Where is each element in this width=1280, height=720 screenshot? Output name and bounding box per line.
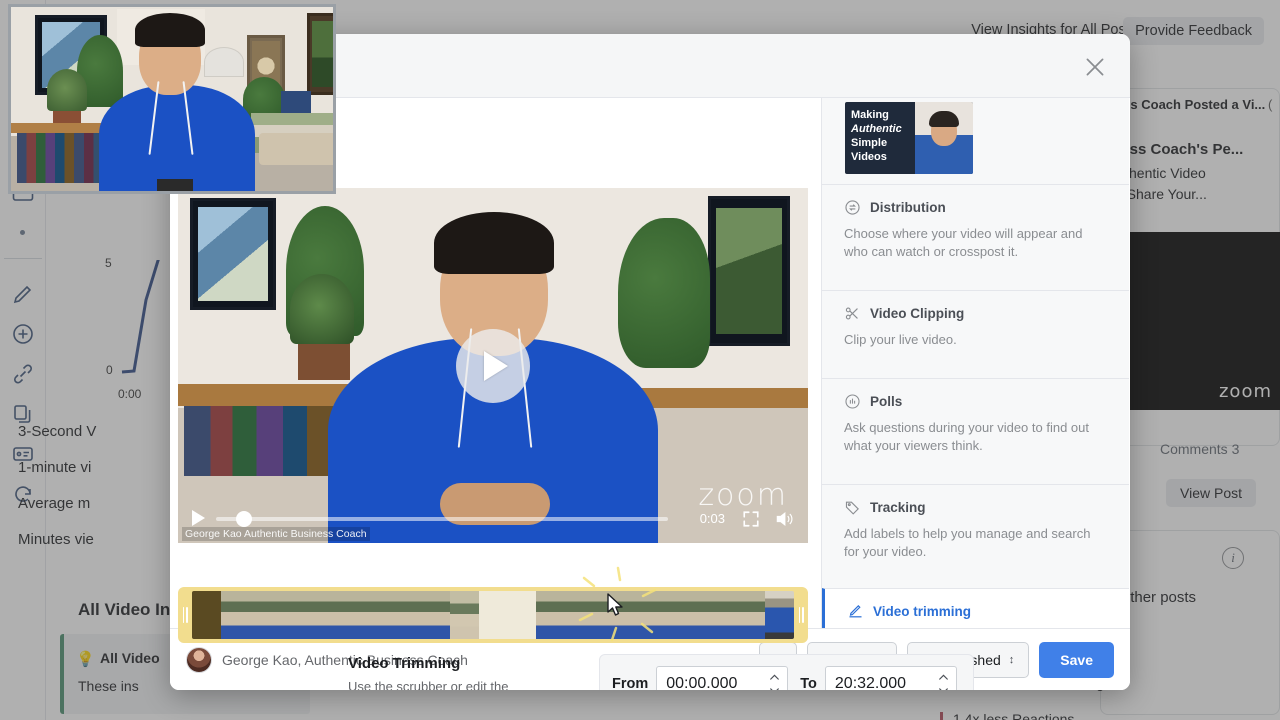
to-label: To [800, 676, 817, 690]
filmstrip-frame [564, 591, 594, 639]
trim-section-description: Use the scrubber or edit the timestamps … [348, 679, 509, 690]
filmstrip-frame [249, 591, 279, 639]
side-section-video-trimming[interactable]: Video trimming Trim your live video. [822, 588, 1129, 628]
progress-knob[interactable] [236, 511, 252, 527]
section-description: Ask questions during your video to find … [844, 420, 1089, 453]
trim-timestamp-panel: From To [599, 654, 974, 690]
thumbnail-text: Making Authentic Simple Videos [845, 102, 915, 174]
spinner-arrows-icon[interactable] [937, 671, 950, 690]
trim-from-stepper[interactable] [656, 666, 789, 690]
filmstrip-frame [364, 591, 393, 639]
webcam-frame [11, 7, 333, 191]
video-caption: George Kao Authentic Business Coach [182, 527, 370, 541]
chevron-updown-icon: ↕ [1008, 653, 1015, 666]
filmstrip-frame [421, 591, 451, 639]
scissors-icon [844, 305, 861, 322]
section-title: Polls [870, 394, 903, 409]
section-title: Video trimming [873, 604, 972, 619]
section-description: Choose where your video will appear and … [844, 226, 1083, 259]
trim-to-input[interactable] [825, 675, 930, 690]
filmstrip-frame [335, 591, 365, 639]
filmstrip-frame [450, 591, 479, 639]
filmstrip-frame [593, 591, 623, 639]
filmstrip-frame [708, 591, 737, 639]
player-controls: 0:03 George Kao Authentic Business Coach [178, 497, 808, 543]
trim-handle-right[interactable] [794, 587, 808, 643]
volume-icon[interactable] [774, 509, 794, 529]
filmstrip-frame [622, 591, 651, 639]
trim-to-stepper[interactable] [824, 666, 957, 690]
play-icon [484, 350, 508, 381]
current-time-label: 0:03 [699, 511, 725, 526]
section-title: Distribution [870, 200, 946, 215]
polls-icon [844, 393, 861, 410]
save-button[interactable]: Save [1039, 641, 1114, 678]
tag-icon [844, 499, 861, 516]
filmstrip-frame [392, 591, 422, 639]
section-description: Clip your live video. [844, 332, 957, 347]
filmstrip-frame [192, 591, 221, 639]
filmstrip-frames [192, 591, 794, 639]
video-trimming-section: Video Trimming Use the scrubber or edit … [170, 654, 974, 690]
modal-side-panel: Making Authentic Simple Videos Distribut… [822, 98, 1129, 628]
side-section-tracking[interactable]: Tracking Add labels to help you manage a… [822, 484, 1129, 588]
thumbnail-line3: Simple [851, 137, 888, 149]
side-section-distribution[interactable]: Distribution Choose where your video wil… [822, 184, 1129, 290]
video-thumbnail-preview: Making Authentic Simple Videos [845, 102, 973, 174]
thumbnail-line2: Authentic [851, 123, 902, 135]
trim-scrubber[interactable] [178, 587, 808, 643]
trim-handle-left[interactable] [178, 587, 192, 643]
filmstrip-frame [478, 591, 508, 639]
distribution-icon [844, 199, 861, 216]
from-label: From [612, 676, 649, 690]
trim-pen-icon [847, 603, 864, 620]
progress-scrubber[interactable] [216, 517, 668, 521]
side-section-polls[interactable]: Polls Ask questions during your video to… [822, 378, 1129, 484]
filmstrip-frame [736, 591, 766, 639]
section-title: Video Clipping [870, 306, 965, 321]
filmstrip-frame [306, 591, 336, 639]
filmstrip-frame [650, 591, 680, 639]
filmstrip-frame [765, 591, 794, 639]
filmstrip-frame [220, 591, 250, 639]
thumbnail-line4: Videos [851, 151, 887, 163]
thumbnail-image [915, 102, 973, 174]
thumbnail-line1: Making [851, 109, 889, 121]
close-icon[interactable] [1082, 54, 1108, 80]
play-icon[interactable] [192, 510, 205, 526]
spinner-arrows-icon[interactable] [768, 671, 781, 690]
filmstrip-frame [679, 591, 709, 639]
screen: Peak Live V 5 0 0:00 3-Second V 1-minute… [0, 0, 1280, 720]
section-description: Add labels to help you manage and search… [844, 526, 1091, 559]
section-title: Tracking [870, 500, 926, 515]
side-section-video-clipping[interactable]: Video Clipping Clip your live video. [822, 290, 1129, 378]
filmstrip-frame [278, 591, 307, 639]
trim-from-input[interactable] [657, 675, 762, 690]
video-player[interactable]: zoom 0:03 George Kao Authentic Business … [178, 188, 808, 543]
filmstrip-frame [507, 591, 537, 639]
speaker-webcam-pip[interactable] [8, 4, 336, 194]
trim-section-title: Video Trimming [348, 655, 461, 672]
play-button-overlay[interactable] [456, 328, 530, 403]
filmstrip-frame [536, 591, 565, 639]
fullscreen-icon[interactable] [742, 510, 760, 528]
